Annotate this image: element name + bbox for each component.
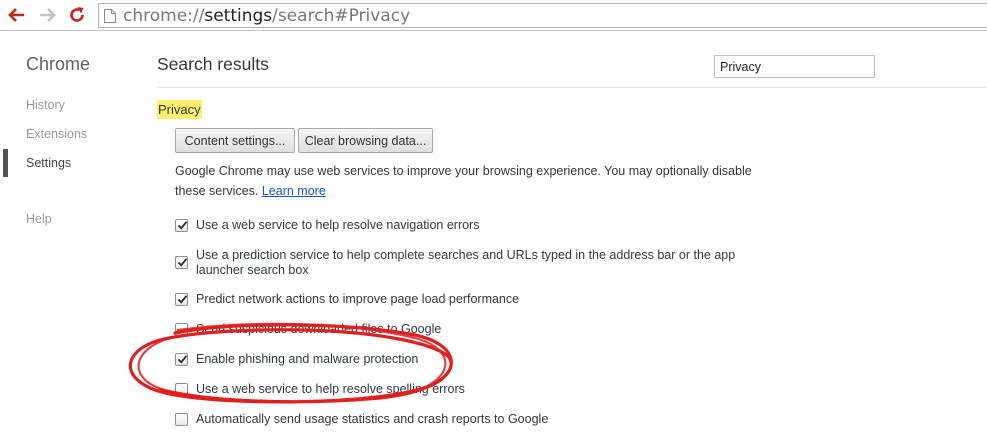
checkbox-usage-statistics[interactable] (175, 413, 188, 426)
section-title-privacy: Privacy (157, 100, 202, 119)
back-arrow-icon (8, 8, 24, 22)
option-label: Enable phishing and malware protection (196, 352, 419, 366)
url-path: /search#Privacy (272, 6, 411, 26)
checkmark-icon (177, 295, 188, 304)
learn-more-link[interactable]: Learn more (262, 184, 326, 198)
url-host: settings (204, 6, 273, 26)
forward-arrow-icon (40, 8, 56, 22)
clear-browsing-data-button[interactable]: Clear browsing data... (298, 128, 433, 153)
option-label: Send suspicious downloaded files to Goog… (196, 322, 442, 336)
option-label: Use a web service to help resolve spelli… (196, 382, 465, 396)
reload-icon (70, 7, 84, 22)
checkmark-icon (177, 221, 188, 230)
header-divider (157, 87, 987, 88)
sidebar-item-history[interactable]: History (26, 98, 65, 112)
content-settings-button[interactable]: Content settings... (175, 128, 295, 153)
checkmark-icon (177, 355, 188, 364)
option-label: Use a prediction service to help complet… (196, 248, 736, 277)
option-label: Use a web service to help resolve naviga… (196, 218, 480, 232)
reload-button[interactable] (66, 4, 88, 26)
checkbox-navigation-errors[interactable] (175, 219, 188, 232)
address-url: chrome://settings/search#Privacy (123, 6, 410, 26)
sidebar-item-help[interactable]: Help (26, 212, 52, 226)
page-title: Search results (157, 54, 269, 74)
checkbox-suspicious-downloads[interactable] (175, 323, 188, 336)
option-label: Automatically send usage statistics and … (196, 412, 549, 426)
sidebar: Chrome History Extensions Settings Help (0, 32, 137, 435)
search-settings-input[interactable] (714, 55, 875, 78)
checkbox-prediction-service[interactable] (175, 256, 188, 269)
forward-button[interactable] (36, 4, 58, 26)
privacy-description: Google Chrome may use web services to im… (175, 161, 775, 201)
back-button[interactable] (6, 4, 28, 26)
checkbox-spelling-errors[interactable] (175, 383, 188, 396)
sidebar-active-indicator (3, 149, 8, 177)
address-bar[interactable]: chrome://settings/search#Privacy (98, 3, 987, 28)
browser-toolbar: chrome://settings/search#Privacy (0, 0, 987, 31)
sidebar-item-settings[interactable]: Settings (26, 156, 71, 170)
url-scheme: chrome:// (123, 6, 205, 26)
checkbox-phishing-protection[interactable] (175, 353, 188, 366)
checkmark-icon (177, 258, 188, 267)
checkbox-predict-network[interactable] (175, 293, 188, 306)
option-label: Predict network actions to improve page … (196, 292, 520, 306)
sidebar-item-extensions[interactable]: Extensions (26, 127, 87, 141)
page-icon (104, 9, 116, 23)
sidebar-title: Chrome (26, 54, 91, 74)
